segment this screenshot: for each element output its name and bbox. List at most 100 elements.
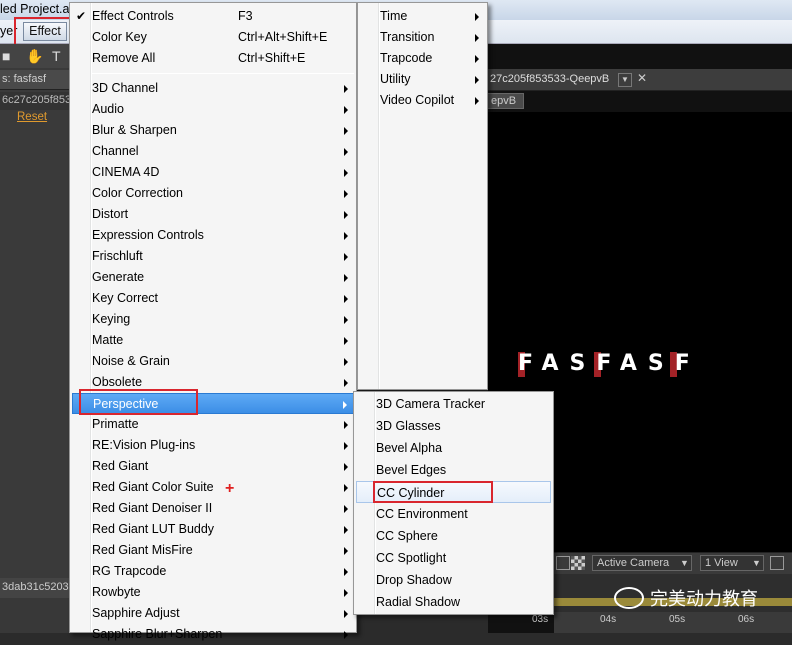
reset-link[interactable]: Reset	[17, 111, 47, 123]
camera-select[interactable]: Active Camera	[592, 555, 692, 571]
menu-item-red-giant-misfire[interactable]: Red Giant MisFire	[72, 540, 354, 561]
menu-item-effect-controls[interactable]: ✔ Effect Controls F3	[72, 6, 354, 27]
timeline-tab[interactable]: 3dab31c5203c	[0, 578, 70, 598]
menu-item-red-giant-denoiser-ii[interactable]: Red Giant Denoiser II	[72, 498, 354, 519]
submenu-arrow-icon	[344, 190, 348, 198]
submenu-arrow-icon	[344, 148, 348, 156]
left-panel	[0, 44, 70, 633]
time-tick: 03s	[532, 614, 549, 625]
menu-item-blur-sharpen[interactable]: Blur & Sharpen	[72, 120, 354, 141]
region-icon[interactable]	[556, 556, 570, 570]
submenu-arrow-icon	[344, 631, 348, 639]
menu-item-sapphire-blur-sharpen[interactable]: Sapphire Blur+Sharpen	[72, 624, 354, 645]
submenu-arrow-icon	[475, 34, 479, 42]
effect-menu: ✔ Effect Controls F3 Color Key Ctrl+Alt+…	[69, 2, 357, 641]
menu-item-primatte[interactable]: Primatte	[72, 414, 354, 435]
submenu-arrow-icon	[344, 127, 348, 135]
menu-item-color-correction[interactable]: Color Correction	[72, 183, 354, 204]
submenu-arrow-icon	[344, 316, 348, 324]
menu-item-3d-channel[interactable]: 3D Channel	[72, 78, 354, 99]
menu-item-key-correct[interactable]: Key Correct	[72, 288, 354, 309]
menu-item-transition[interactable]: Transition	[360, 27, 485, 48]
submenu-arrow-icon	[475, 76, 479, 84]
submenu-arrow-icon	[344, 463, 348, 471]
submenu-arrow-icon	[344, 610, 348, 618]
select-icon[interactable]: ■	[2, 48, 10, 64]
menu-item-color-key[interactable]: Color Key Ctrl+Alt+Shift+E	[72, 27, 354, 48]
menu-item-video-copilot[interactable]: Video Copilot	[360, 90, 485, 111]
submenu-item-drop-shadow[interactable]: Drop Shadow	[356, 569, 551, 591]
submenu-arrow-icon	[344, 253, 348, 261]
chevron-down-icon: ▼	[680, 558, 689, 568]
menu-item-red-giant[interactable]: Red Giant	[72, 456, 354, 477]
submenu-arrow-icon	[344, 547, 348, 555]
submenu-arrow-icon	[344, 106, 348, 114]
submenu-arrow-icon	[344, 379, 348, 387]
submenu-item-cc-sphere[interactable]: CC Sphere	[356, 525, 551, 547]
hand-icon[interactable]: ✋	[26, 48, 43, 65]
menu-item-sapphire-adjust[interactable]: Sapphire Adjust	[72, 603, 354, 624]
submenu-arrow-icon	[344, 589, 348, 597]
submenu-arrow-icon	[344, 169, 348, 177]
menu-item-frischluft[interactable]: Frischluft	[72, 246, 354, 267]
menu-item-channel[interactable]: Channel	[72, 141, 354, 162]
composition-subtab[interactable]: epvB	[484, 93, 524, 109]
fast-preview-icon[interactable]	[770, 556, 784, 570]
menu-item-remove-all[interactable]: Remove All Ctrl+Shift+E	[72, 48, 354, 69]
submenu-arrow-icon	[344, 568, 348, 576]
submenu-arrow-icon	[475, 55, 479, 63]
submenu-item-cc-environment[interactable]: CC Environment	[356, 503, 551, 525]
close-icon[interactable]: ✕	[637, 71, 647, 85]
submenu-arrow-icon	[343, 401, 347, 409]
time-tick: 06s	[738, 614, 755, 625]
submenu-arrow-icon	[344, 274, 348, 282]
checkmark-icon: ✔	[76, 9, 87, 23]
submenu-item-bevel-edges[interactable]: Bevel Edges	[356, 459, 551, 481]
window-title: led Project.a	[0, 2, 70, 16]
menu-item-matte[interactable]: Matte	[72, 330, 354, 351]
menu-item-re-vision-plug-ins[interactable]: RE:Vision Plug-ins	[72, 435, 354, 456]
menu-item-red-giant-color-suite[interactable]: Red Giant Color Suite	[72, 477, 354, 498]
submenu-item-cc-spotlight[interactable]: CC Spotlight	[356, 547, 551, 569]
submenu-arrow-icon	[475, 13, 479, 21]
submenu-arrow-icon	[344, 526, 348, 534]
chevron-down-icon: ▼	[752, 558, 761, 568]
menu-item-time[interactable]: Time	[360, 6, 485, 27]
menu-item-red-giant-lut-buddy[interactable]: Red Giant LUT Buddy	[72, 519, 354, 540]
watermark-text: 完美动力教育	[650, 589, 758, 610]
cursor-crosshair-icon: +	[225, 480, 235, 497]
menu-item-generate[interactable]: Generate	[72, 267, 354, 288]
tab-dropdown-icon[interactable]: ▼	[618, 73, 632, 87]
submenu-item-3d-camera-tracker[interactable]: 3D Camera Tracker	[356, 393, 551, 415]
submenu-arrow-icon	[344, 337, 348, 345]
menu-item-noise-grain[interactable]: Noise & Grain	[72, 351, 354, 372]
menu-item-rg-trapcode[interactable]: RG Trapcode	[72, 561, 354, 582]
submenu-item-radial-shadow[interactable]: Radial Shadow	[356, 591, 551, 613]
composition-tab-label[interactable]: 27c205f853533-QeepvB	[490, 73, 609, 85]
wechat-icon	[614, 587, 644, 609]
text-icon[interactable]: T	[52, 48, 61, 64]
menu-item-distort[interactable]: Distort	[72, 204, 354, 225]
perspective-highlight-box	[79, 389, 198, 415]
menu-item-cinema-4d[interactable]: CINEMA 4D	[72, 162, 354, 183]
menu-item-expression-controls[interactable]: Expression Controls	[72, 225, 354, 246]
menu-item-rowbyte[interactable]: Rowbyte	[72, 582, 354, 603]
time-tick: 04s	[600, 614, 617, 625]
submenu-arrow-icon	[475, 97, 479, 105]
viewer-text-layer: FASFASF	[518, 351, 701, 376]
timeline-left	[0, 598, 70, 633]
menu-item-audio[interactable]: Audio	[72, 99, 354, 120]
transparency-grid-icon[interactable]	[571, 556, 585, 570]
menu-item-utility[interactable]: Utility	[360, 69, 485, 90]
submenu-arrow-icon	[344, 358, 348, 366]
submenu-item-3d-glasses[interactable]: 3D Glasses	[356, 415, 551, 437]
cc-cylinder-highlight-box	[373, 481, 493, 503]
submenu-item-bevel-alpha[interactable]: Bevel Alpha	[356, 437, 551, 459]
menu-item-keying[interactable]: Keying	[72, 309, 354, 330]
submenu-arrow-icon	[344, 85, 348, 93]
menu-item-trapcode[interactable]: Trapcode	[360, 48, 485, 69]
submenu-arrow-icon	[344, 295, 348, 303]
layer-row[interactable]: 6c27c205f8535	[0, 92, 70, 110]
effect-controls-tab[interactable]: s: fasfasf	[0, 70, 70, 90]
submenu-arrow-icon	[344, 421, 348, 429]
